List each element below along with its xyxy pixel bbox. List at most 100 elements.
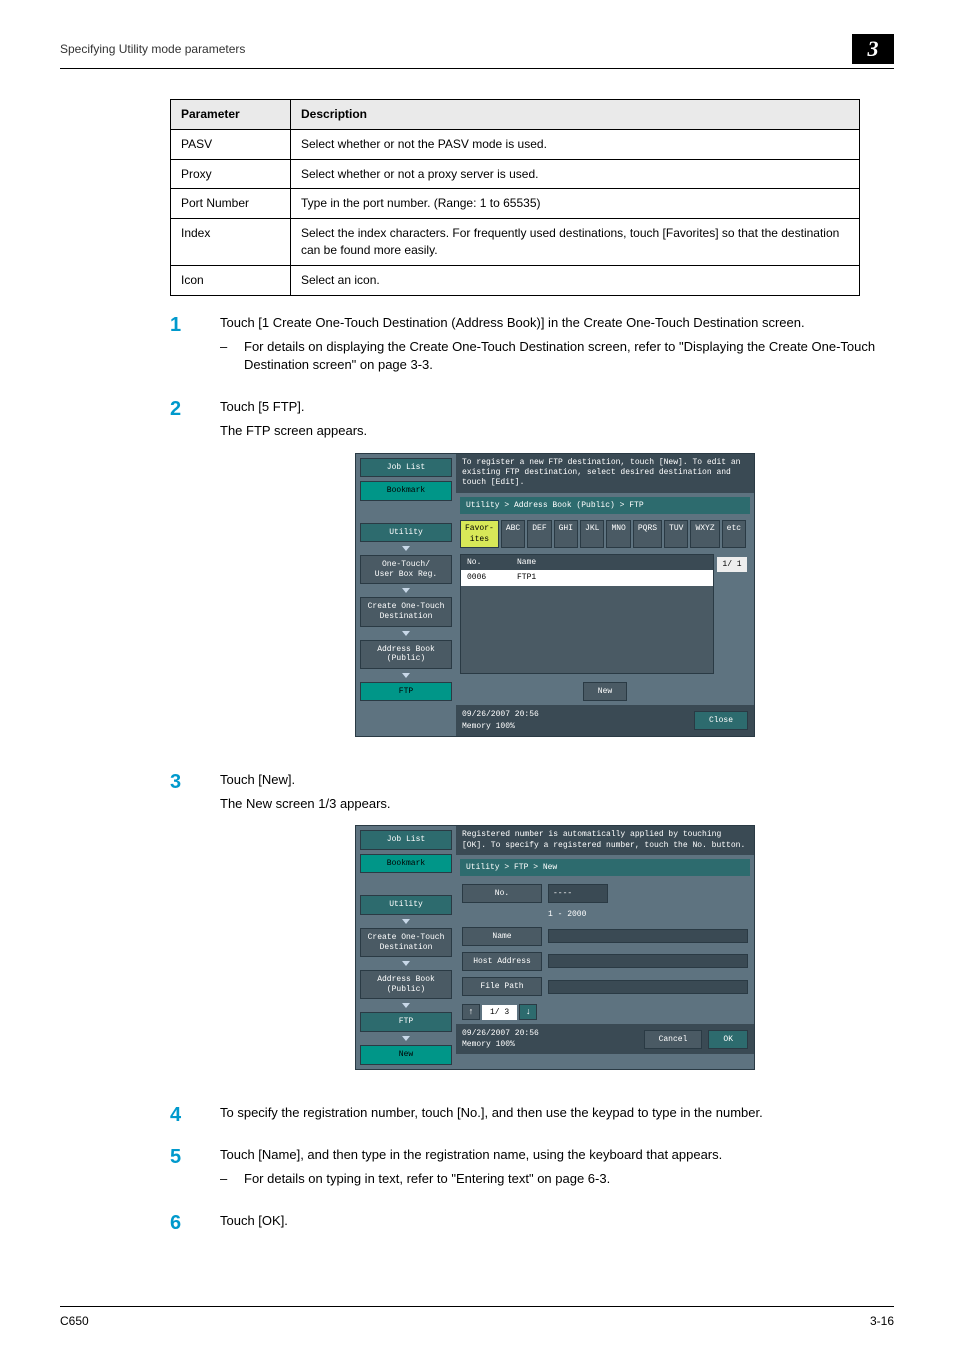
list-name: FTP1 <box>511 570 542 585</box>
list-item[interactable]: 0006 FTP1 <box>461 570 713 585</box>
new-nav-button[interactable]: New <box>360 1045 452 1065</box>
chevron-down-icon <box>402 919 410 924</box>
new-button[interactable]: New <box>583 682 627 701</box>
desc-cell: Select whether or not a proxy server is … <box>291 159 860 189</box>
table-row: Port Number Type in the port number. (Ra… <box>171 189 860 219</box>
step-number: 2 <box>170 398 200 753</box>
section-title: Specifying Utility mode parameters <box>60 41 245 58</box>
ftp-button[interactable]: FTP <box>360 682 452 702</box>
table-row: Proxy Select whether or not a proxy serv… <box>171 159 860 189</box>
chevron-down-icon <box>402 588 410 593</box>
name-value <box>548 929 748 943</box>
tab-wxyz[interactable]: WXYZ <box>690 520 719 548</box>
step-number: 1 <box>170 314 200 381</box>
utility-button[interactable]: Utility <box>360 523 452 543</box>
side-nav: Job List Bookmark Utility Create One-Tou… <box>356 826 456 1068</box>
tab-ghi[interactable]: GHI <box>554 520 578 548</box>
path-value <box>548 980 748 994</box>
footer-right: 3-16 <box>870 1313 894 1330</box>
step-number: 4 <box>170 1104 200 1128</box>
datetime-text: 09/26/2007 20:56 <box>462 1028 539 1039</box>
create-one-touch-button[interactable]: Create One-Touch Destination <box>360 597 452 626</box>
note-text: For details on displaying the Create One… <box>244 338 890 374</box>
breadcrumb: Utility > Address Book (Public) > FTP <box>460 497 750 514</box>
steps-list: 1 Touch [1 Create One-Touch Destination … <box>170 314 890 1237</box>
page-footer: C650 3-16 <box>60 1306 894 1330</box>
name-label-button[interactable]: Name <box>462 927 542 946</box>
chevron-down-icon <box>402 1036 410 1041</box>
memory-text: Memory 100% <box>462 1039 539 1050</box>
pager: ↑ 1/ 3 ↓ <box>456 1000 754 1024</box>
bookmark-button[interactable]: Bookmark <box>360 854 452 874</box>
step-2: 2 Touch [5 FTP]. The FTP screen appears.… <box>170 398 890 753</box>
hint-text: Registered number is automatically appli… <box>456 826 754 855</box>
page-count: 1/ 3 <box>482 1005 517 1020</box>
page-down-button[interactable]: ↓ <box>519 1004 537 1020</box>
step-3: 3 Touch [New]. The New screen 1/3 appear… <box>170 771 890 1086</box>
col-description: Description <box>291 100 860 130</box>
chevron-down-icon <box>402 1003 410 1008</box>
table-row: Index Select the index characters. For f… <box>171 219 860 266</box>
chevron-down-icon <box>402 673 410 678</box>
bookmark-button[interactable]: Bookmark <box>360 481 452 501</box>
param-cell: Proxy <box>171 159 291 189</box>
desc-cell: Select an icon. <box>291 265 860 295</box>
tab-def[interactable]: DEF <box>527 520 551 548</box>
close-button[interactable]: Close <box>694 711 748 730</box>
footer-left: C650 <box>60 1313 89 1330</box>
address-book-button[interactable]: Address Book (Public) <box>360 970 452 999</box>
chevron-down-icon <box>402 961 410 966</box>
tab-pqrs[interactable]: PQRS <box>633 520 662 548</box>
table-row: PASV Select whether or not the PASV mode… <box>171 129 860 159</box>
chapter-badge: 3 <box>852 34 894 64</box>
step-text: To specify the registration number, touc… <box>220 1104 890 1122</box>
address-book-button[interactable]: Address Book (Public) <box>360 640 452 669</box>
job-list-button[interactable]: Job List <box>360 458 452 478</box>
tab-tuv[interactable]: TUV <box>664 520 688 548</box>
cancel-button[interactable]: Cancel <box>644 1030 703 1049</box>
step-number: 3 <box>170 771 200 1086</box>
tab-etc[interactable]: etc <box>722 520 746 548</box>
dash-bullet: – <box>220 338 232 374</box>
tab-favorites[interactable]: Favor- ites <box>460 520 499 548</box>
page-header: Specifying Utility mode parameters 3 <box>60 34 894 69</box>
step-text: Touch [OK]. <box>220 1212 890 1230</box>
table-head-row: Parameter Description <box>171 100 860 130</box>
index-tabs: Favor- ites ABC DEF GHI JKL MNO PQRS TUV… <box>456 518 754 550</box>
ftp-button[interactable]: FTP <box>360 1012 452 1032</box>
one-touch-button[interactable]: One-Touch/ User Box Reg. <box>360 555 452 584</box>
destination-list: No. Name 0006 FTP1 1/ 1 <box>460 554 714 674</box>
step-text: Touch [Name], and then type in the regis… <box>220 1146 890 1164</box>
step-number: 6 <box>170 1212 200 1236</box>
hint-text: To register a new FTP destination, touch… <box>456 454 754 493</box>
breadcrumb: Utility > FTP > New <box>460 859 750 876</box>
tab-mno[interactable]: MNO <box>606 520 630 548</box>
memory-text: Memory 100% <box>462 721 539 732</box>
form-area: No. ---- 1 - 2000 Name <box>456 880 754 1000</box>
create-one-touch-button[interactable]: Create One-Touch Destination <box>360 928 452 957</box>
param-cell: Index <box>171 219 291 266</box>
desc-cell: Type in the port number. (Range: 1 to 65… <box>291 189 860 219</box>
range-text: 1 - 2000 <box>548 909 586 920</box>
step-text: Touch [New]. <box>220 771 890 789</box>
param-cell: Port Number <box>171 189 291 219</box>
step-result: The New screen 1/3 appears. <box>220 795 890 813</box>
step-5: 5 Touch [Name], and then type in the reg… <box>170 1146 890 1194</box>
step-result: The FTP screen appears. <box>220 422 890 440</box>
list-col-name: Name <box>511 555 542 570</box>
ok-button[interactable]: OK <box>708 1030 748 1049</box>
utility-button[interactable]: Utility <box>360 895 452 915</box>
job-list-button[interactable]: Job List <box>360 830 452 850</box>
param-cell: Icon <box>171 265 291 295</box>
tab-jkl[interactable]: JKL <box>580 520 604 548</box>
datetime-text: 09/26/2007 20:56 <box>462 709 539 720</box>
file-path-label-button[interactable]: File Path <box>462 977 542 996</box>
desc-cell: Select the index characters. For frequen… <box>291 219 860 266</box>
page-up-button[interactable]: ↑ <box>462 1004 480 1020</box>
host-address-label-button[interactable]: Host Address <box>462 952 542 971</box>
tab-abc[interactable]: ABC <box>501 520 525 548</box>
step-note: – For details on typing in text, refer t… <box>220 1170 890 1188</box>
chevron-down-icon <box>402 631 410 636</box>
no-label-button[interactable]: No. <box>462 884 542 903</box>
ftp-screen-shot: Job List Bookmark Utility One-Touch/ Use… <box>355 453 755 737</box>
